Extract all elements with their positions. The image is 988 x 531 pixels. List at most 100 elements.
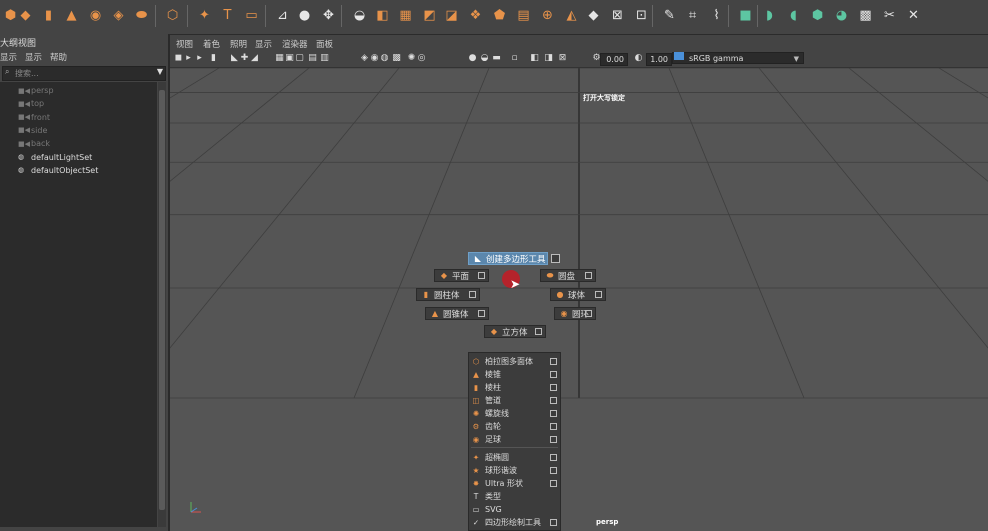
mm-plane[interactable]: ◆ 平面: [434, 269, 489, 282]
overflow-menu-item[interactable]: ◉ 足球: [469, 433, 560, 446]
mm-cylinder-options[interactable]: [469, 291, 476, 298]
overflow-menu-item[interactable]: ◫ 管道: [469, 394, 560, 407]
viewport-tool-icon[interactable]: ▩: [392, 53, 401, 63]
outliner-menu-display[interactable]: 显示: [0, 51, 17, 63]
spherical-uv-icon[interactable]: ◖: [785, 7, 802, 24]
outliner-menu-show[interactable]: 显示: [25, 51, 42, 63]
overflow-menu-item[interactable]: ⚙ 齿轮: [469, 420, 560, 433]
outliner-search-input[interactable]: ⌕ 搜索... ▼: [2, 66, 166, 81]
combine-icon[interactable]: ◒: [351, 7, 368, 24]
multi-cut-icon[interactable]: ✎: [661, 7, 678, 24]
polygon-cylinder-icon[interactable]: ▮: [40, 7, 57, 24]
menu-show[interactable]: 显示: [255, 38, 272, 50]
planar-uv-icon[interactable]: ■: [737, 7, 754, 24]
outliner-item-back[interactable]: ■◀ back: [18, 139, 50, 148]
overflow-menu-item[interactable]: T 类型: [469, 490, 560, 503]
extrude-icon[interactable]: ❖: [467, 7, 484, 24]
option-box[interactable]: [550, 454, 557, 461]
viewport-tool-icon[interactable]: ◼: [174, 53, 183, 63]
mm-disc-options[interactable]: [585, 272, 592, 279]
viewport-tool-icon[interactable]: ▣: [285, 53, 294, 63]
bevel-icon[interactable]: ⬟: [491, 7, 508, 24]
outliner-item-defaultobjectset[interactable]: ◍ defaultObjectSet: [18, 166, 98, 175]
polygon-cube-icon[interactable]: ◆: [17, 7, 34, 24]
option-box[interactable]: [550, 519, 557, 526]
mm-cone-options[interactable]: [478, 310, 485, 317]
mm-sphere[interactable]: ● 球体: [550, 288, 606, 301]
overflow-menu-item[interactable]: ⬡ 柏拉图多面体: [469, 355, 560, 368]
viewport-tool-icon[interactable]: ◎: [417, 53, 426, 63]
option-box[interactable]: [550, 436, 557, 443]
overflow-menu-item[interactable]: ✸ Ultra 形状: [469, 477, 560, 490]
viewport-tool-icon[interactable]: ◧: [530, 53, 539, 63]
mirror-icon[interactable]: ◪: [443, 7, 460, 24]
viewport-tool-icon[interactable]: ▬: [492, 53, 501, 63]
mm-create-polygon-tool-options[interactable]: [551, 254, 560, 263]
viewport-tool-icon[interactable]: ▫: [510, 53, 519, 63]
viewport-tool-icon[interactable]: ⊠: [558, 53, 567, 63]
viewport-tool-icon[interactable]: ◒: [480, 53, 489, 63]
viewport-tool-icon[interactable]: ◈: [360, 53, 369, 63]
option-box[interactable]: [550, 358, 557, 365]
mm-plane-options[interactable]: [478, 272, 485, 279]
color-space-select[interactable]: sRGB gamma ▼: [672, 52, 804, 64]
uv-editor-icon[interactable]: ▩: [857, 7, 874, 24]
mm-cone[interactable]: ▲ 圆锥体: [425, 307, 489, 320]
mm-torus[interactable]: ◉ 圆环: [554, 307, 596, 320]
option-box[interactable]: [550, 480, 557, 487]
outliner-item-front[interactable]: ■◀ front: [18, 113, 50, 122]
cut-uv-icon[interactable]: ✂: [881, 7, 898, 24]
color-management-toggle[interactable]: [674, 52, 684, 60]
type-tool-icon[interactable]: T: [219, 7, 236, 24]
camera-based-uv-icon[interactable]: ◕: [833, 7, 850, 24]
gamma-icon[interactable]: ◐: [634, 53, 643, 63]
menu-lighting[interactable]: 照明: [230, 38, 247, 50]
append-polygon-icon[interactable]: ⊕: [539, 7, 556, 24]
menu-panels[interactable]: 面板: [316, 38, 333, 50]
target-weld-icon[interactable]: ⊡: [633, 7, 650, 24]
overflow-menu-item[interactable]: ▮ 棱柱: [469, 381, 560, 394]
auto-uv-icon[interactable]: ⬢: [809, 7, 826, 24]
viewport-tool-icon[interactable]: ⚙: [592, 53, 601, 63]
exposure-field[interactable]: 0.00: [600, 53, 628, 66]
insert-edge-loop-icon[interactable]: ⌗: [684, 7, 701, 24]
outliner-item-defaultlightset[interactable]: ◍ defaultLightSet: [18, 153, 92, 162]
mm-disc[interactable]: ⬬ 圆盘: [540, 269, 596, 282]
fill-hole-icon[interactable]: ◭: [563, 7, 580, 24]
overflow-menu-item[interactable]: ★ 球形谐波: [469, 464, 560, 477]
viewport-tool-icon[interactable]: ●: [468, 53, 477, 63]
mm-cube-options[interactable]: [535, 328, 542, 335]
separate-icon[interactable]: ◧: [374, 7, 391, 24]
mm-cube[interactable]: ◆ 立方体: [484, 325, 546, 338]
snap-icon[interactable]: ●: [296, 7, 313, 24]
viewport-tool-icon[interactable]: ▸: [195, 53, 204, 63]
viewport-tool-icon[interactable]: ◣: [230, 53, 239, 63]
viewport-tool-icon[interactable]: ◉: [370, 53, 379, 63]
platonic-solid-icon[interactable]: ⬡: [164, 7, 181, 24]
overflow-menu-item[interactable]: ▭ SVG: [469, 503, 560, 516]
polygon-disc-icon[interactable]: ⬬: [133, 7, 150, 24]
option-box[interactable]: [550, 410, 557, 417]
gamma-field[interactable]: 1.00: [646, 53, 672, 66]
mm-sphere-options[interactable]: [595, 291, 602, 298]
mm-cylinder[interactable]: ▮ 圆柱体: [416, 288, 480, 301]
overflow-menu-item[interactable]: ✺ 螺旋线: [469, 407, 560, 420]
outliner-scrollbar[interactable]: [158, 82, 166, 527]
super-shape-icon[interactable]: ✦: [196, 7, 213, 24]
smooth-icon[interactable]: ▦: [397, 7, 414, 24]
viewport-tool-icon[interactable]: ✺: [407, 53, 416, 63]
chevron-down-icon[interactable]: ▼: [157, 67, 163, 76]
bridge-icon[interactable]: ▤: [515, 7, 532, 24]
overflow-menu-item[interactable]: ▲ 棱锥: [469, 368, 560, 381]
viewport-tool-icon[interactable]: ◍: [380, 53, 389, 63]
freeze-transform-icon[interactable]: ✥: [320, 7, 337, 24]
polygon-plane-icon[interactable]: ◈: [110, 7, 127, 24]
collapse-icon[interactable]: ⊠: [609, 7, 626, 24]
outliner-menu-help[interactable]: 帮助: [50, 51, 67, 63]
viewport-tool-icon[interactable]: ▸: [184, 53, 193, 63]
boolean-icon[interactable]: ◩: [421, 7, 438, 24]
cylindrical-uv-icon[interactable]: ◗: [761, 7, 778, 24]
merge-icon[interactable]: ◆: [585, 7, 602, 24]
mm-create-polygon-tool[interactable]: ◣ 创建多边形工具: [468, 252, 548, 265]
outliner-item-side[interactable]: ■◀ side: [18, 126, 47, 135]
